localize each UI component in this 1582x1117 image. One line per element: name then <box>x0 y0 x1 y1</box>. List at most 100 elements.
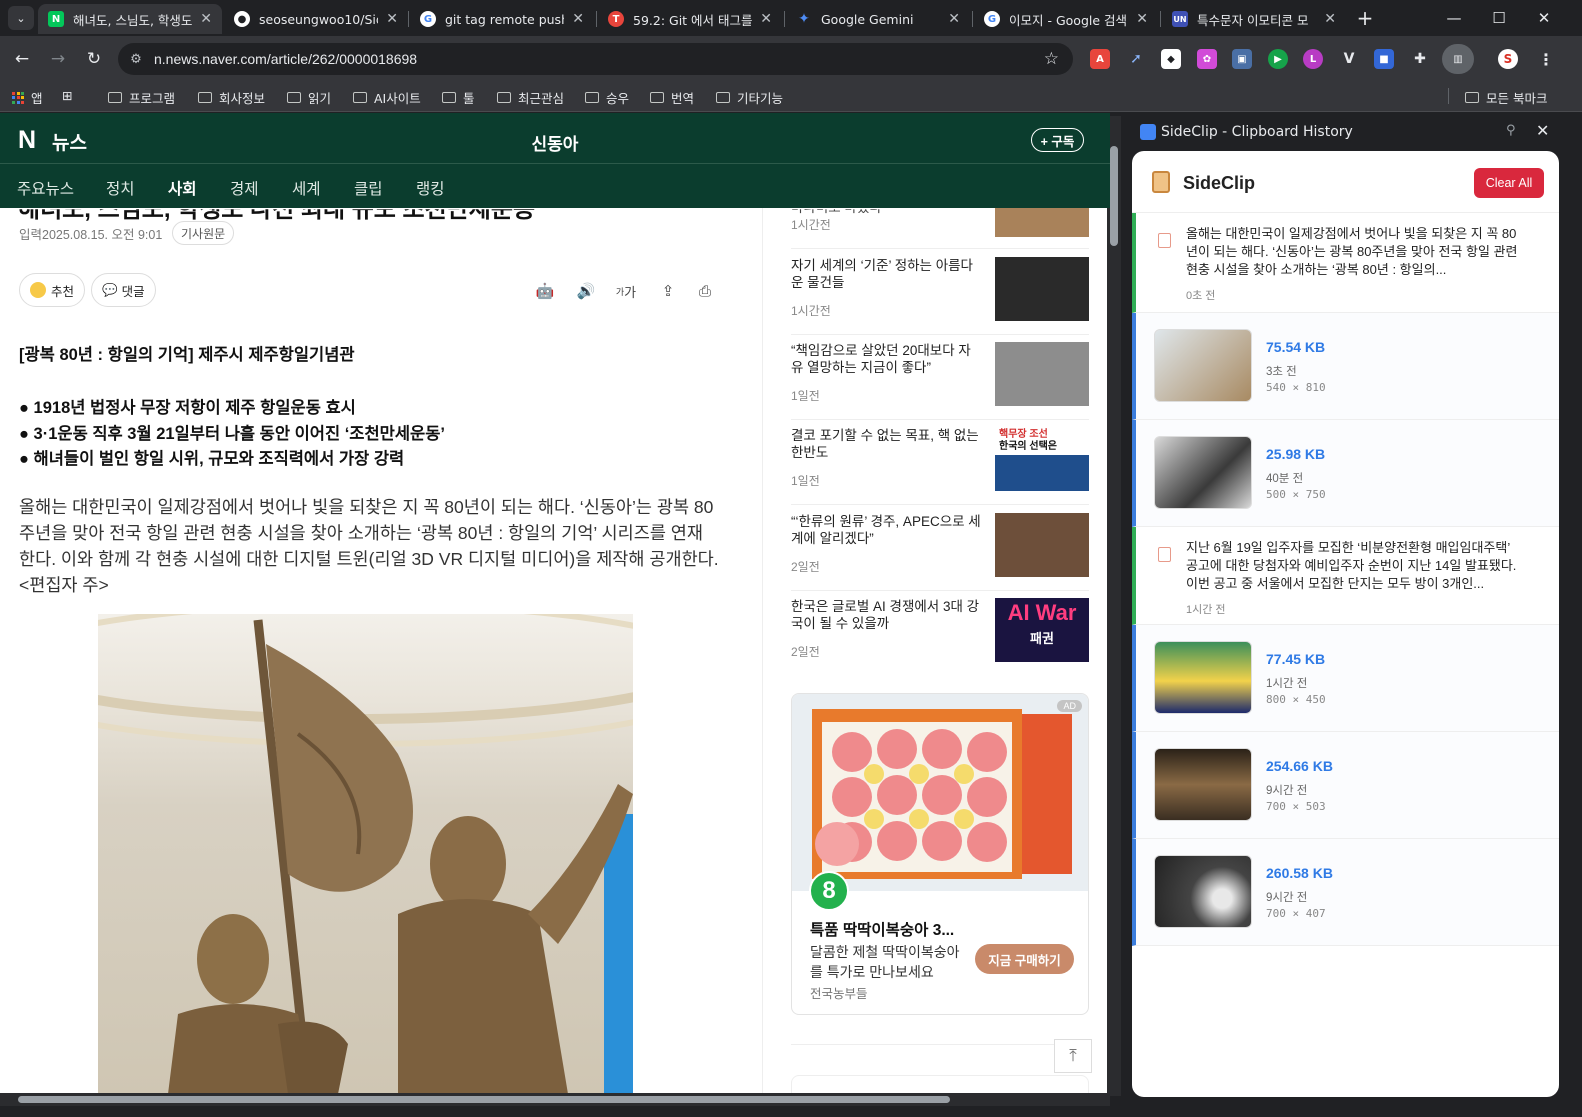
extension-icon[interactable]: A <box>1090 49 1110 69</box>
print-icon[interactable]: ⎙ <box>693 280 717 302</box>
related-article-thumbnail[interactable] <box>995 342 1089 406</box>
related-article-title[interactable]: “책임감으로 살았던 20대보다 자유 열망하는 지금이 좋다” <box>791 342 981 376</box>
related-article-title[interactable]: 결코 포기할 수 없는 목표, 핵 없는 한반도 <box>791 427 981 461</box>
profile-avatar[interactable]: S <box>1498 49 1518 69</box>
related-article[interactable]: 결코 포기할 수 없는 목표, 핵 없는 한반도 1일전 핵무장 조선 한국의 … <box>791 427 1089 505</box>
related-article[interactable]: “책임감으로 살았던 20대보다 자유 열망하는 지금이 좋다” 1일전 <box>791 342 1089 420</box>
related-article-thumbnail[interactable]: AI War 패권 <box>995 598 1089 662</box>
bookmark-folder[interactable]: 프로그램 <box>108 88 175 107</box>
vertical-scrollbar[interactable] <box>1107 116 1121 1096</box>
clipboard-item-image[interactable]: 254.66 KB 9시간 전 700 × 503 <box>1132 732 1559 839</box>
text-size-icon[interactable]: 가가 <box>614 280 638 302</box>
tab-naver-article[interactable]: N 해녀도, 스님도, 학생도 ✕ <box>38 4 222 34</box>
speaker-icon[interactable]: 🔊 <box>574 280 598 302</box>
back-button[interactable]: ← <box>8 46 36 72</box>
maximize-button[interactable]: ☐ <box>1479 4 1519 32</box>
clipboard-item-image[interactable]: 25.98 KB 40분 전 500 × 750 <box>1132 420 1559 527</box>
related-article-thumbnail[interactable] <box>995 257 1089 321</box>
forward-button[interactable]: → <box>44 46 72 72</box>
url-text[interactable]: n.news.naver.com/article/262/0000018698 <box>154 51 417 67</box>
bookmark-folder[interactable]: AI사이트 <box>353 88 421 107</box>
close-window-button[interactable]: ✕ <box>1524 4 1564 32</box>
tab-groups-icon[interactable]: ⊞ <box>62 88 72 103</box>
nav-world[interactable]: 세계 <box>292 177 321 199</box>
tab-gemini[interactable]: ✦ Google Gemini ✕ <box>786 4 970 34</box>
scroll-to-top-button[interactable]: ⤒ <box>1054 1039 1092 1073</box>
tab-google-emoji[interactable]: G 이모지 - Google 검색 ✕ <box>974 4 1158 34</box>
related-article-thumbnail[interactable]: 핵무장 조선 한국의 선택은 <box>995 427 1089 491</box>
bookmark-folder[interactable]: 기타기능 <box>716 88 783 107</box>
comment-button[interactable]: 💬 댓글 <box>91 273 156 307</box>
tab-github[interactable]: ● seoseungwoo10/Side ✕ <box>224 4 408 34</box>
bookmark-folder[interactable]: 회사정보 <box>198 88 265 107</box>
vimium-icon[interactable]: V <box>1339 49 1359 69</box>
buy-now-button[interactable]: 지금 구매하기 <box>975 944 1074 974</box>
related-article-title[interactable]: “‘한류의 원류’ 경주, APEC으로 세계에 알리겠다” <box>791 513 981 547</box>
clip-image-thumbnail[interactable] <box>1154 329 1252 402</box>
address-bar[interactable]: ⚙ n.news.naver.com/article/262/000001869… <box>118 43 1073 75</box>
clip-image-thumbnail[interactable] <box>1154 855 1252 928</box>
ad-card[interactable]: AD 8 특품 딱딱이복숭아 3... 달콤한 제철 딱딱이복숭아를 특가로 만… <box>791 693 1089 1015</box>
close-icon[interactable]: ✕ <box>386 11 398 27</box>
ad-store-name[interactable]: 전국농부들 <box>810 983 868 1002</box>
bookmark-star-icon[interactable]: ☆ <box>1044 49 1059 69</box>
related-article-title[interactable]: 자기 세계의 ‘기준’ 정하는 아름다운 물건들 <box>791 257 981 291</box>
share-icon[interactable]: ⇪ <box>656 280 680 302</box>
related-article[interactable]: “‘한류의 원류’ 경주, APEC으로 세계에 알리겠다” 2일전 <box>791 513 1089 591</box>
site-info-icon[interactable]: ⚙ <box>118 52 154 67</box>
clipboard-item-text[interactable]: 올해는 대한민국이 일제강점에서 벗어나 빛을 되찾은 지 꼭 80년이 되는 … <box>1132 213 1559 313</box>
clipboard-item-image[interactable]: 77.45 KB 1시간 전 800 × 450 <box>1132 625 1559 732</box>
extension-icon[interactable]: L <box>1303 49 1323 69</box>
apps-shortcut[interactable]: 앱 <box>12 88 43 107</box>
more-menu-icon[interactable]: ⋮ <box>1536 49 1556 69</box>
side-panel-button[interactable]: ▥ <box>1442 44 1474 74</box>
nav-society[interactable]: 사회 <box>168 177 197 199</box>
summary-bot-icon[interactable]: 🤖 <box>533 280 557 302</box>
nav-clip[interactable]: 클립 <box>354 177 383 199</box>
bookmark-folder[interactable]: 번역 <box>650 88 694 107</box>
clipboard-item-image[interactable]: 260.58 KB 9시간 전 700 × 407 <box>1132 839 1559 946</box>
subscribe-button[interactable]: + 구독 <box>1031 128 1084 152</box>
advertiser-logo[interactable]: 8 <box>809 871 849 911</box>
scrollbar-thumb[interactable] <box>18 1096 950 1103</box>
close-icon[interactable]: ✕ <box>200 11 212 27</box>
bookmark-folder[interactable]: 툴 <box>442 88 475 107</box>
close-icon[interactable]: ✕ <box>760 11 772 27</box>
nav-ranking[interactable]: 랭킹 <box>416 177 445 199</box>
close-icon[interactable]: ✕ <box>572 11 584 27</box>
recommend-button[interactable]: 추천 <box>19 273 86 307</box>
related-article-thumbnail[interactable] <box>995 513 1089 577</box>
close-icon[interactable]: ✕ <box>1136 11 1148 27</box>
clipboard-item-text[interactable]: 지난 6월 19일 입주자를 모집한 ‘비분양전환형 매입임대주택’ 공고에 대… <box>1132 527 1559 625</box>
close-icon[interactable]: ✕ <box>1536 121 1549 140</box>
tab-special-chars[interactable]: UN 특수문자 이모티콘 모 ✕ <box>1162 4 1346 34</box>
record-icon[interactable]: ▶ <box>1268 49 1288 69</box>
cursor-extension-icon[interactable]: ➚ <box>1126 49 1146 69</box>
clip-text[interactable]: 지난 6월 19일 입주자를 모집한 ‘비분양전환형 매입임대주택’ 공고에 대… <box>1186 539 1521 593</box>
extension-icon[interactable]: ◆ <box>1161 49 1181 69</box>
screenshot-icon[interactable]: ▣ <box>1232 49 1252 69</box>
nav-economy[interactable]: 경제 <box>230 177 259 199</box>
bookmark-folder[interactable]: 읽기 <box>287 88 331 107</box>
minimize-button[interactable]: — <box>1434 4 1474 32</box>
ad-description[interactable]: 달콤한 제철 딱딱이복숭아를 특가로 만나보세요 <box>810 942 970 982</box>
unpin-icon[interactable]: ⚲ <box>1506 123 1516 138</box>
clip-image-thumbnail[interactable] <box>1154 436 1252 509</box>
scrollbar-thumb[interactable] <box>1110 146 1118 246</box>
close-icon[interactable]: ✕ <box>1324 11 1336 27</box>
related-article-title[interactable]: 한국은 글로벌 AI 경쟁에서 3대 강국이 될 수 있을까 <box>791 598 981 632</box>
all-bookmarks-folder[interactable]: 모든 북마크 <box>1465 88 1547 107</box>
clip-image-thumbnail[interactable] <box>1154 748 1252 821</box>
clear-all-button[interactable]: Clear All <box>1474 168 1544 198</box>
related-article[interactable]: 한국은 글로벌 AI 경쟁에서 3대 강국이 될 수 있을까 2일전 AI Wa… <box>791 598 1089 676</box>
tab-search-button[interactable]: ⌄ <box>8 6 34 30</box>
tab-git-tag[interactable]: T 59.2: Git 에서 태그를 ✕ <box>598 4 782 34</box>
press-name[interactable]: 신동아 <box>0 130 1110 155</box>
extension-icon[interactable]: ■ <box>1374 49 1394 69</box>
tab-google-search-git[interactable]: G git tag remote push - ✕ <box>410 4 594 34</box>
ad-title[interactable]: 특품 딱딱이복숭아 3... <box>810 918 954 940</box>
related-article[interactable]: 자기 세계의 ‘기준’ 정하는 아름다운 물건들 1시간전 <box>791 257 1089 335</box>
nav-politics[interactable]: 정치 <box>106 177 135 199</box>
color-picker-icon[interactable]: ✿ <box>1197 49 1217 69</box>
clip-text[interactable]: 올해는 대한민국이 일제강점에서 벗어나 빛을 되찾은 지 꼭 80년이 되는 … <box>1186 225 1521 279</box>
